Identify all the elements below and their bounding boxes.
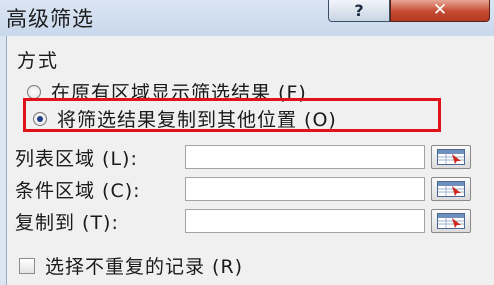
range-select-icon: [437, 213, 465, 229]
unique-records-checkbox[interactable]: [19, 257, 35, 274]
criteria-range-label: 条件区域 (C):: [15, 179, 141, 202]
unique-records-checkbox-row[interactable]: 选择不重复的记录 (R): [19, 252, 243, 279]
copy-to-row: 复制到 (T):: [15, 208, 119, 234]
list-range-label: 列表区域 (L):: [15, 147, 138, 170]
unique-records-label: 选择不重复的记录 (R): [45, 256, 244, 278]
radio-copy-to-location-label: 将筛选结果复制到其他位置 (O): [57, 109, 337, 131]
title-bar: 高级筛选 ? ✕: [0, 0, 494, 36]
dialog-body: 方式 在原有区域显示筛选结果 (F) 将筛选结果复制到其他位置 (O) 列表区域…: [6, 36, 494, 285]
range-select-icon: [437, 181, 465, 197]
criteria-range-input[interactable]: [185, 177, 425, 201]
question-mark-icon: ?: [354, 0, 364, 20]
range-select-icon: [437, 149, 465, 165]
mode-group-label: 方式: [17, 50, 60, 72]
list-range-select-button[interactable]: [431, 145, 471, 169]
list-range-row: 列表区域 (L):: [15, 144, 138, 170]
dialog-title: 高级筛选: [6, 7, 94, 31]
radio-copy-to-location[interactable]: 将筛选结果复制到其他位置 (O): [33, 105, 337, 132]
advanced-filter-dialog: 高级筛选 ? ✕ 方式 在原有区域显示筛选结果 (F) 将筛选结果复制到其他位置…: [0, 0, 494, 285]
radio-button[interactable]: [27, 84, 41, 99]
close-button[interactable]: ✕: [390, 0, 490, 22]
criteria-range-select-button[interactable]: [431, 177, 471, 201]
radio-button-selected[interactable]: [33, 111, 47, 126]
copy-to-label: 复制到 (T):: [15, 211, 119, 234]
criteria-range-row: 条件区域 (C):: [15, 176, 141, 202]
help-button[interactable]: ?: [328, 0, 390, 22]
close-x-icon: ✕: [432, 0, 448, 20]
copy-to-select-button[interactable]: [431, 209, 471, 233]
list-range-input[interactable]: [185, 145, 425, 169]
copy-to-input[interactable]: [185, 209, 425, 233]
